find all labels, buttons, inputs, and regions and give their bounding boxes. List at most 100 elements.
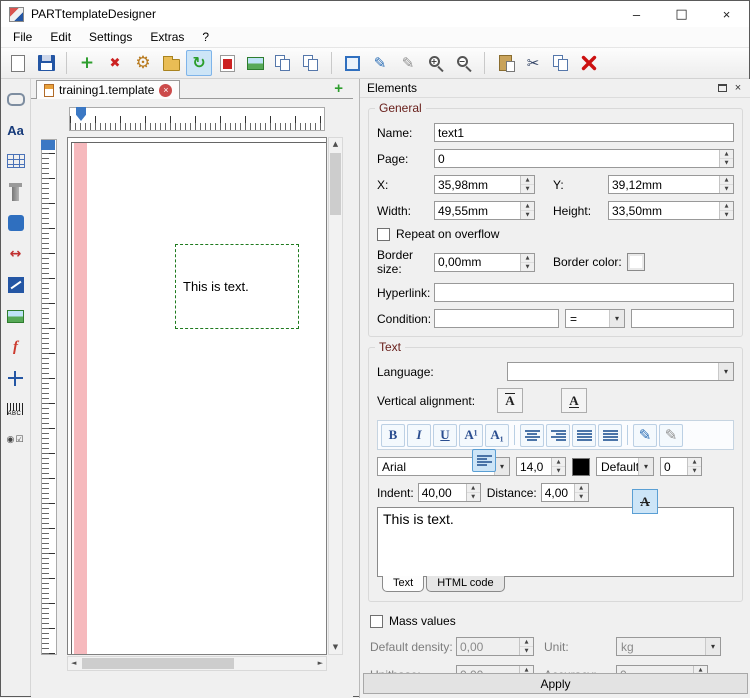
align-block-button[interactable] — [598, 424, 622, 447]
spin-up-icon[interactable]: ▲ — [720, 150, 733, 159]
text-content-editor[interactable]: This is text. — [377, 507, 734, 577]
mass-values-checkbox[interactable] — [370, 615, 383, 628]
tab-close-icon[interactable]: × — [159, 84, 172, 97]
spin-down-icon[interactable]: ▼ — [688, 467, 701, 475]
scroll-left-icon[interactable]: ◄ — [71, 660, 76, 667]
valign-center-button[interactable]: A — [632, 489, 658, 514]
superscript-button[interactable]: A¹ — [459, 424, 483, 447]
draw-button[interactable]: ✎ — [367, 50, 393, 76]
copy-button[interactable] — [270, 50, 296, 76]
new-document-button[interactable] — [5, 50, 31, 76]
cut-button[interactable]: ✂ — [520, 50, 546, 76]
float-panel-button[interactable] — [714, 81, 730, 96]
spin-up-icon[interactable]: ▲ — [521, 176, 534, 185]
screw-tool[interactable] — [4, 180, 28, 204]
font-color-swatch[interactable] — [572, 458, 590, 476]
font-extra-spinner[interactable]: ▲▼ — [660, 457, 702, 476]
remove-element-button[interactable]: ✖ — [102, 50, 128, 76]
barcode-tool[interactable]: ABC — [4, 397, 28, 421]
horizontal-ruler[interactable] — [69, 107, 325, 131]
scroll-down-icon[interactable]: ▼ — [329, 644, 342, 651]
zoom-in-button[interactable]: + — [423, 50, 449, 76]
refresh-button[interactable]: ↻ — [186, 50, 212, 76]
x-input[interactable] — [435, 176, 520, 193]
align-center-button[interactable] — [520, 424, 544, 447]
text-tool[interactable]: Aa — [4, 118, 28, 142]
border-color-swatch[interactable] — [627, 253, 645, 271]
distance-input[interactable] — [542, 484, 574, 501]
spin-up-icon[interactable]: ▲ — [720, 202, 733, 211]
border-size-input[interactable] — [435, 254, 520, 271]
underline-button[interactable]: U — [433, 424, 457, 447]
spin-down-icon[interactable]: ▼ — [720, 211, 733, 219]
indent-input[interactable] — [419, 484, 466, 501]
repeat-on-overflow-checkbox[interactable] — [377, 228, 390, 241]
usb-tool[interactable] — [4, 211, 28, 235]
pdf-export-button[interactable] — [214, 50, 240, 76]
template-page[interactable]: This is text. — [71, 142, 327, 655]
tab-training1-template[interactable]: training1.template × — [36, 80, 180, 99]
menu-extras[interactable]: Extras — [141, 28, 193, 46]
function-tool[interactable]: f — [4, 335, 28, 359]
clear-format-button[interactable]: ✎ — [659, 424, 683, 447]
menu-settings[interactable]: Settings — [80, 28, 141, 46]
x-spinner[interactable]: ▲▼ — [434, 175, 535, 194]
spin-up-icon[interactable]: ▲ — [467, 484, 480, 493]
text-color-button[interactable]: ✎ — [633, 424, 657, 447]
spin-down-icon[interactable]: ▼ — [521, 185, 534, 193]
subscript-button[interactable]: A₁ — [485, 424, 509, 447]
add-element-button[interactable]: + — [74, 50, 100, 76]
open-folder-button[interactable] — [158, 50, 184, 76]
font-size-input[interactable] — [517, 458, 551, 475]
maximize-button[interactable]: □ — [659, 1, 704, 27]
indent-spinner[interactable]: ▲▼ — [418, 483, 481, 502]
fit-view-button[interactable] — [339, 50, 365, 76]
menu-file[interactable]: File — [4, 28, 41, 46]
vertical-ruler-marker[interactable] — [41, 140, 55, 150]
settings-button[interactable]: ⚙ — [130, 50, 156, 76]
scroll-up-icon[interactable]: ▲ — [329, 141, 342, 148]
close-button[interactable]: × — [704, 1, 749, 27]
condition-input-1[interactable] — [434, 309, 559, 328]
spin-up-icon[interactable]: ▲ — [688, 458, 701, 467]
vertical-scrollbar-thumb[interactable] — [330, 153, 341, 215]
horizontal-scrollbar-thumb[interactable] — [82, 658, 234, 669]
delete-button[interactable] — [576, 50, 602, 76]
spin-down-icon[interactable]: ▼ — [720, 159, 733, 167]
width-input[interactable] — [435, 202, 520, 219]
height-input[interactable] — [609, 202, 719, 219]
erase-button[interactable]: ✎ — [395, 50, 421, 76]
spin-down-icon[interactable]: ▼ — [575, 493, 588, 501]
font-extra-input[interactable] — [661, 458, 687, 475]
page-viewport[interactable]: This is text. — [67, 137, 327, 655]
horizontal-scrollbar[interactable]: ◄ ► — [67, 656, 327, 671]
name-input[interactable] — [434, 123, 734, 142]
paste-button[interactable] — [492, 50, 518, 76]
height-spinner[interactable]: ▲▼ — [608, 201, 734, 220]
spin-up-icon[interactable]: ▲ — [521, 202, 534, 211]
insert-image-button[interactable] — [242, 50, 268, 76]
page-spinner[interactable]: ▲▼ — [434, 149, 734, 168]
page-input[interactable] — [435, 150, 719, 167]
align-right-button[interactable] — [546, 424, 570, 447]
scroll-right-icon[interactable]: ► — [318, 660, 323, 667]
condition-input-2[interactable] — [631, 309, 734, 328]
distance-spinner[interactable]: ▲▼ — [541, 483, 589, 502]
spin-down-icon[interactable]: ▼ — [467, 493, 480, 501]
close-panel-button[interactable]: × — [730, 81, 746, 96]
y-input[interactable] — [609, 176, 719, 193]
spin-down-icon[interactable]: ▼ — [521, 211, 534, 219]
spin-up-icon[interactable]: ▲ — [575, 484, 588, 493]
spin-down-icon[interactable]: ▼ — [521, 263, 534, 271]
tech-tool[interactable] — [4, 273, 28, 297]
align-justify-button[interactable] — [572, 424, 596, 447]
valign-top-button[interactable]: A — [497, 388, 523, 413]
width-spinner[interactable]: ▲▼ — [434, 201, 535, 220]
zoom-out-button[interactable]: − — [451, 50, 477, 76]
language-dropdown[interactable]: ▾ — [507, 362, 734, 381]
spin-up-icon[interactable]: ▲ — [521, 254, 534, 263]
minimize-button[interactable]: – — [614, 1, 659, 27]
duplicate-button[interactable] — [298, 50, 324, 76]
menu-edit[interactable]: Edit — [41, 28, 80, 46]
vertical-scrollbar[interactable]: ▲ ▼ — [328, 137, 343, 655]
